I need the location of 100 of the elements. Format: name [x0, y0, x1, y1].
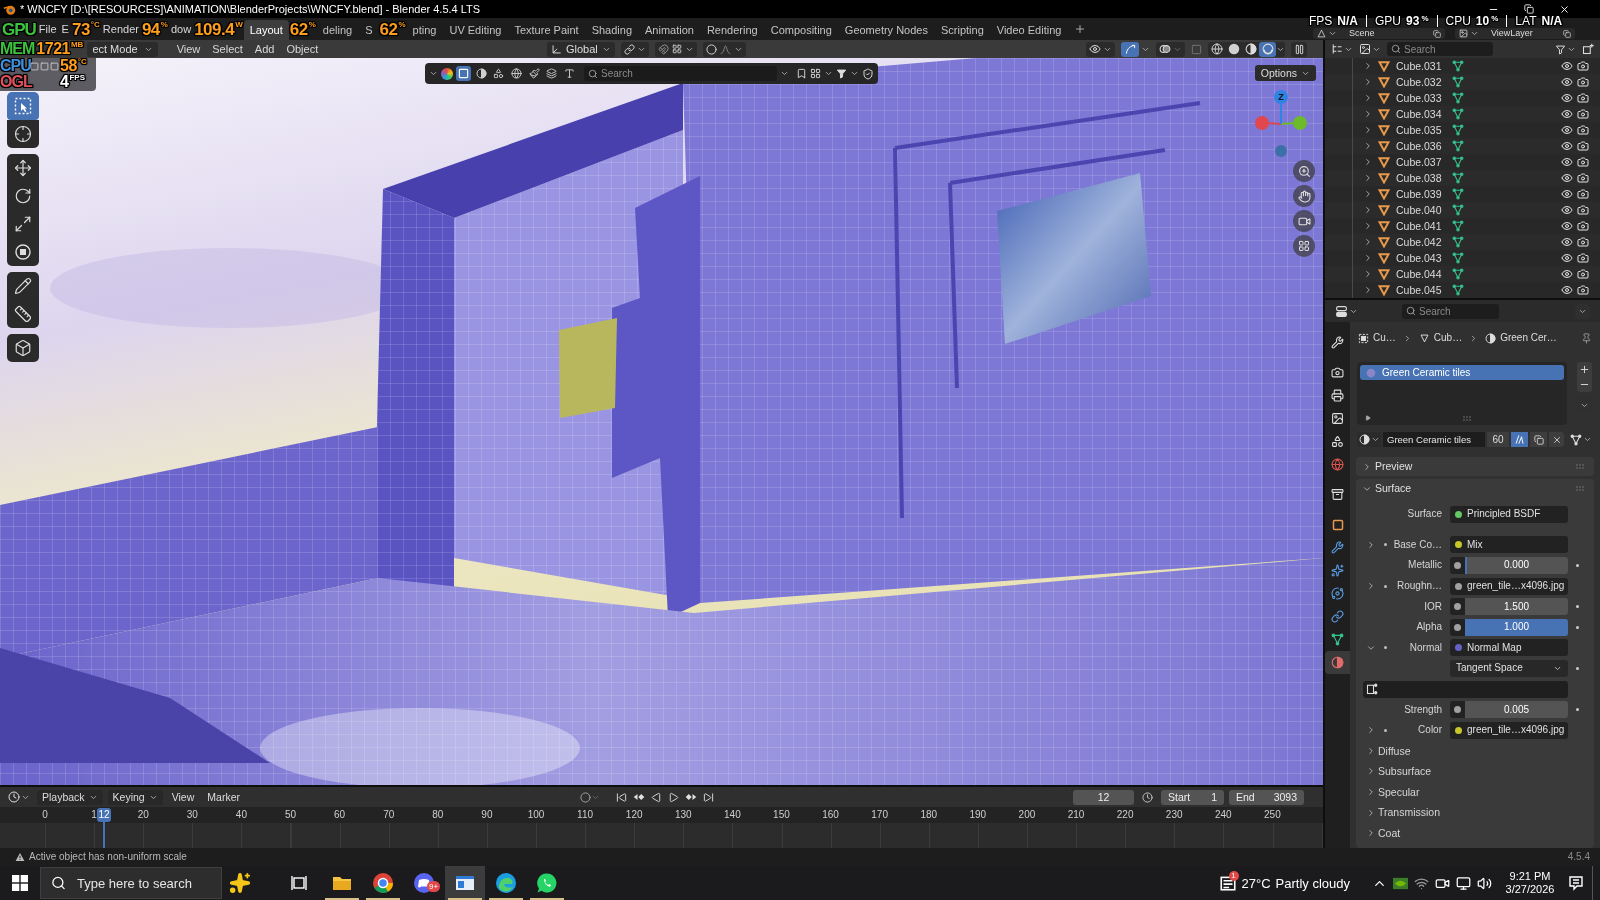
restore-icon[interactable] [1524, 4, 1534, 14]
uv-map-field[interactable] [1363, 680, 1568, 698]
tool-button[interactable] [7, 92, 39, 120]
camera-icon[interactable] [1577, 236, 1589, 248]
skip-forward-icon[interactable] [703, 791, 714, 803]
chevron-right-icon[interactable] [1363, 285, 1373, 295]
orientation-dropdown[interactable]: Global [547, 41, 615, 57]
chevron-right-icon[interactable] [1363, 173, 1373, 183]
weather-widget[interactable]: 1 27°C Partly cloudy [1214, 866, 1354, 900]
chevron-right-icon[interactable] [1366, 766, 1376, 777]
camera-icon[interactable] [1577, 76, 1589, 88]
camera-icon[interactable] [1577, 172, 1589, 184]
eye-icon[interactable] [1561, 284, 1573, 296]
subpanel-header[interactable]: Diffuse [1356, 740, 1594, 762]
editor-type-dropdown[interactable] [1335, 304, 1358, 318]
funnel-icon[interactable] [836, 68, 848, 79]
node-tree-dropdown[interactable] [1570, 433, 1592, 446]
tool-button[interactable] [7, 120, 39, 148]
menu-item[interactable]: Add [249, 43, 280, 55]
workspace-tab[interactable]: Shading [585, 20, 638, 40]
chevron-right-icon[interactable] [1363, 77, 1373, 87]
eye-icon[interactable] [1561, 108, 1573, 120]
tool-button[interactable] [7, 334, 39, 362]
circle-icon[interactable] [580, 791, 591, 803]
close-icon[interactable] [1559, 3, 1570, 15]
monitor-icon[interactable] [1456, 875, 1471, 891]
menu-item[interactable]: Select [207, 43, 248, 55]
camera-icon[interactable] [1577, 188, 1589, 200]
small-square-icon[interactable] [40, 62, 49, 71]
chevron-right-icon[interactable] [1363, 141, 1373, 151]
menu-item[interactable]: View [167, 791, 199, 803]
menu-item[interactable]: dow [168, 23, 194, 35]
options-dropdown[interactable]: Options [1254, 65, 1316, 81]
subpanel-header[interactable]: Coat [1356, 822, 1594, 844]
subpanel-header[interactable]: Transmission [1356, 802, 1594, 823]
eye-icon[interactable] [1561, 76, 1573, 88]
chevron-right-icon[interactable] [1363, 157, 1373, 167]
chevron-right-icon[interactable] [1363, 189, 1373, 199]
search-field[interactable]: Type here to search [40, 867, 222, 899]
filter-dropdown[interactable] [1555, 43, 1576, 55]
wifi-icon[interactable] [1414, 875, 1429, 891]
chevron-right-icon[interactable] [1366, 745, 1376, 756]
user-count-field[interactable]: 60 [1487, 432, 1509, 447]
play-left-icon[interactable] [651, 791, 662, 803]
workspace-tab[interactable]: Texture Paint [508, 20, 585, 40]
y-axis-handle[interactable] [1280, 116, 1307, 130]
chevron-right-icon[interactable] [1363, 205, 1373, 215]
negative-z-axis-handle[interactable] [1275, 145, 1287, 157]
chevron-right-icon[interactable] [1363, 109, 1373, 119]
diamond-arrow-right-icon[interactable] [685, 791, 697, 803]
taskbar-app-button[interactable]: 9+ [404, 866, 444, 900]
clock[interactable]: 9:21 PM 3/27/2026 [1500, 870, 1560, 896]
subpanel-header[interactable]: Specular [1356, 781, 1594, 803]
tool-button[interactable] [7, 272, 39, 300]
menu-item[interactable]: Render [100, 23, 141, 35]
camera-icon[interactable] [1577, 220, 1589, 232]
tool-button[interactable] [7, 154, 39, 182]
camera-icon[interactable] [1577, 92, 1589, 104]
end-frame-field[interactable]: End 3093 [1229, 789, 1304, 805]
snap-dropdown[interactable] [654, 41, 697, 57]
fake-user-toggle[interactable] [1511, 432, 1528, 447]
clock-icon[interactable] [1142, 791, 1153, 803]
menu-dropdown[interactable]: Playback [37, 789, 103, 805]
panel-header[interactable]: Surface [1356, 479, 1594, 498]
eye-icon[interactable] [1561, 204, 1573, 216]
eye-icon[interactable] [1561, 172, 1573, 184]
start-frame-field[interactable]: Start 1 [1161, 789, 1224, 805]
eye-icon[interactable] [1561, 92, 1573, 104]
camera-icon[interactable] [1577, 284, 1589, 296]
filter-button[interactable] [544, 66, 560, 81]
taskbar-app-button[interactable] [445, 866, 485, 900]
chevron-right-icon[interactable] [1366, 539, 1376, 550]
small-square-icon[interactable] [50, 62, 59, 71]
workspace-tab[interactable]: Geometry Nodes [838, 20, 934, 40]
eye-icon[interactable] [1561, 60, 1573, 72]
chevron-right-icon[interactable] [1363, 221, 1373, 231]
linked-input-field[interactable]: green_tile…x4096.jpg [1450, 577, 1568, 595]
duplicate-button[interactable] [1530, 432, 1547, 447]
eye-icon[interactable] [1561, 252, 1573, 264]
z-axis-handle[interactable]: Z [1274, 90, 1288, 125]
chevron-right-icon[interactable] [1363, 269, 1373, 279]
camera-icon[interactable] [1577, 156, 1589, 168]
eye-icon[interactable] [1561, 220, 1573, 232]
camera-icon[interactable] [1577, 124, 1589, 136]
box-plus-icon[interactable] [1582, 43, 1594, 55]
workspace-tab[interactable]: UV Editing [443, 20, 508, 40]
camera-icon[interactable] [1577, 60, 1589, 72]
subpanel-header[interactable]: Subsurface [1356, 761, 1594, 782]
shield-icon[interactable] [862, 67, 875, 80]
eye-icon[interactable] [1561, 124, 1573, 136]
chevron-right-icon[interactable] [1366, 807, 1376, 818]
workspace-tab[interactable]: pting [406, 20, 443, 40]
camera-icon[interactable] [1577, 204, 1589, 216]
filter-button[interactable] [473, 66, 489, 81]
camera-icon[interactable] [1577, 140, 1589, 152]
filter-button[interactable] [456, 66, 471, 81]
view-layer-selector[interactable]: ViewLayer [1455, 28, 1575, 39]
small-square-icon[interactable] [30, 62, 39, 71]
volume-icon[interactable] [1477, 875, 1492, 891]
menu-item[interactable]: File [36, 23, 59, 35]
